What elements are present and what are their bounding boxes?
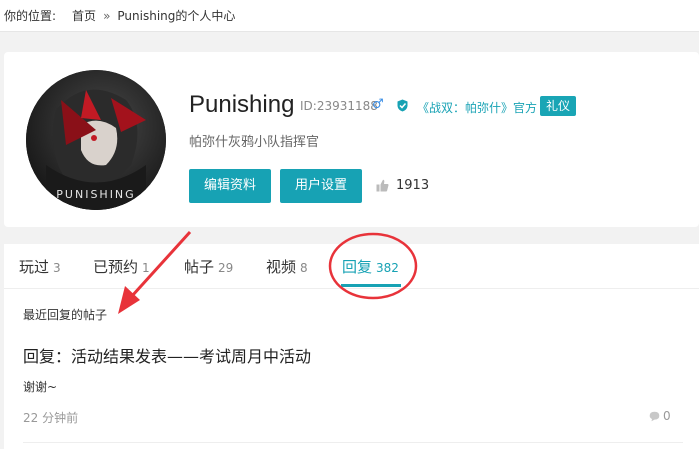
tab-count: 382 <box>376 261 399 275</box>
breadcrumb-home-link[interactable]: 首页 <box>72 7 96 24</box>
reply-content: 谢谢~ <box>23 380 58 394</box>
breadcrumb-label: 你的位置: <box>4 9 57 23</box>
etiquette-badge: 礼仪 <box>540 96 577 116</box>
comment-count: 0 <box>663 409 671 423</box>
tab-replies[interactable]: 回复 382 <box>342 256 399 277</box>
tab-reserved[interactable]: 已预约 1 <box>93 256 150 277</box>
tab-played[interactable]: 玩过 3 <box>19 256 61 277</box>
avatar[interactable]: PUNISHING <box>26 70 166 210</box>
tab-label: 已预约 <box>93 258 139 276</box>
official-account-link[interactable]: 《战双：帕弥什》官方 <box>417 99 537 116</box>
content-card: 玩过 3 已预约 1 帖子 29 视频 8 回复 382 最近回复的帖子 回复：活动结果发… <box>4 244 699 449</box>
tab-count: 8 <box>300 261 308 275</box>
tab-label: 回复 <box>342 258 373 276</box>
user-settings-button[interactable]: 用户设置 <box>280 169 362 203</box>
profile-tabs: 玩过 3 已预约 1 帖子 29 视频 8 回复 382 <box>4 244 699 289</box>
active-tab-indicator <box>341 284 401 287</box>
section-title: 最近回复的帖子 <box>23 308 108 322</box>
user-bio: 帕弥什灰鸦小队指挥官 <box>189 135 320 150</box>
like-count: 1913 <box>396 178 430 193</box>
username: Punishing <box>189 91 295 118</box>
male-icon: ♂ <box>372 97 384 112</box>
tab-count: 29 <box>218 261 234 275</box>
divider <box>23 442 683 443</box>
comment-icon <box>649 411 660 422</box>
edit-profile-button[interactable]: 编辑资料 <box>189 169 271 203</box>
tab-label: 帖子 <box>184 258 215 276</box>
user-id: ID:23931188 <box>300 99 378 113</box>
thumbs-up-icon <box>376 179 389 192</box>
reply-post-title[interactable]: 回复：活动结果发表——考试周月中活动 <box>23 343 311 367</box>
avatar-text: PUNISHING <box>56 188 135 201</box>
tab-posts[interactable]: 帖子 29 <box>184 256 233 277</box>
tab-label: 玩过 <box>19 258 50 276</box>
profile-card: PUNISHING Punishing ID:23931188 ♂ 《战双：帕弥… <box>4 52 699 227</box>
breadcrumb: 你的位置: 首页 » Punishing的个人中心 <box>0 0 699 32</box>
breadcrumb-separator: » <box>103 8 111 23</box>
verified-icon <box>397 99 408 112</box>
tab-label: 视频 <box>266 258 297 276</box>
tab-videos[interactable]: 视频 8 <box>266 256 308 277</box>
tab-count: 3 <box>53 261 61 275</box>
breadcrumb-current: Punishing的个人中心 <box>117 9 236 23</box>
reply-timestamp: 22 分钟前 <box>23 411 79 425</box>
tab-count: 1 <box>142 261 150 275</box>
